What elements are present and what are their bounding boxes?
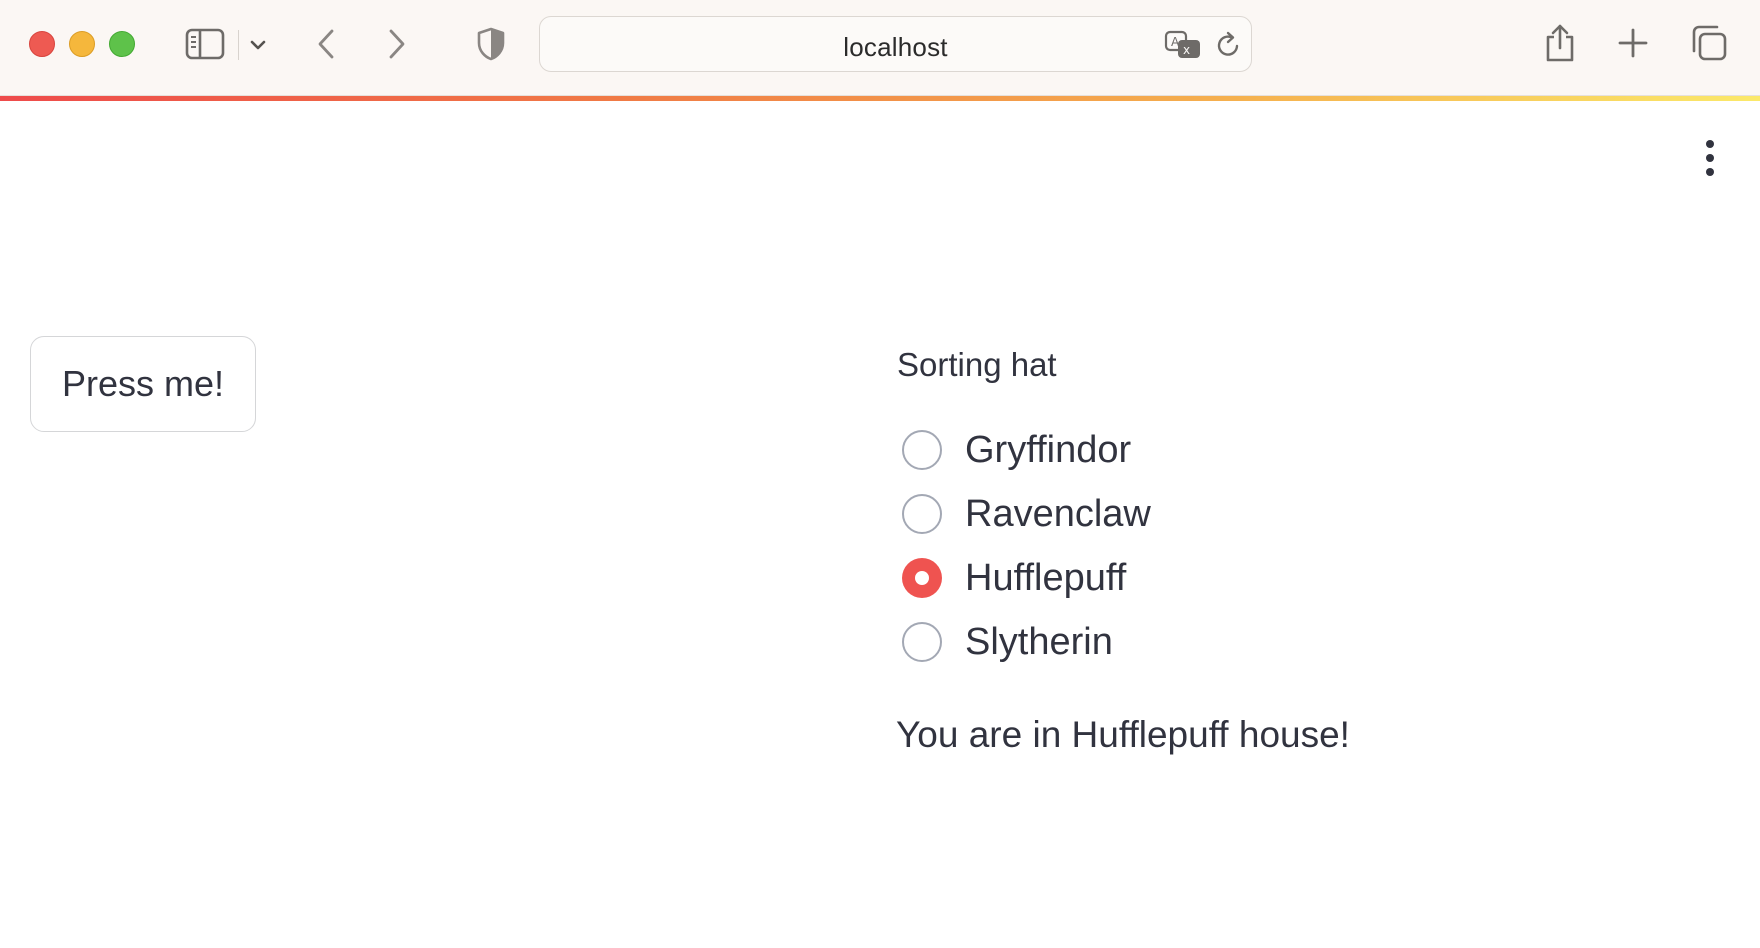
close-window-button[interactable] [29,31,55,57]
radio-button[interactable] [902,494,942,534]
share-icon[interactable] [1543,22,1577,64]
radio-group-label: Sorting hat [897,346,1057,383]
radio-option-slytherin[interactable]: Slytherin [902,610,1151,674]
radio-option-hufflepuff[interactable]: Hufflepuff [902,546,1151,610]
menu-dot-icon [1706,168,1714,176]
url-text: localhost [843,32,948,62]
sorting-hat-radio-group: Gryffindor Ravenclaw Hufflepuff Slytheri… [902,418,1151,674]
sidebar-icon[interactable] [183,25,227,63]
radio-button-selected[interactable] [902,558,942,598]
new-tab-icon[interactable] [1617,27,1649,59]
toolbar-divider [238,30,239,60]
reload-icon[interactable] [1214,29,1244,61]
radio-option-gryffindor[interactable]: Gryffindor [902,418,1151,482]
chevron-down-icon[interactable] [247,34,269,56]
radio-option-ravenclaw[interactable]: Ravenclaw [902,482,1151,546]
maximize-window-button[interactable] [109,31,135,57]
main-menu-button[interactable] [1698,136,1722,180]
address-bar[interactable]: localhost A x [539,16,1252,72]
app-header-decoration [0,96,1760,101]
radio-option-label: Slytherin [965,620,1113,663]
radio-option-label: Gryffindor [965,428,1132,471]
press-me-button[interactable]: Press me! [30,336,256,432]
menu-dot-icon [1706,140,1714,148]
radio-button[interactable] [902,622,942,662]
back-icon[interactable] [312,26,340,62]
radio-button[interactable] [902,430,942,470]
forward-icon[interactable] [383,26,411,62]
result-message: You are in Hufflepuff house! [896,714,1350,755]
translate-icon[interactable]: A x [1164,29,1202,61]
menu-dot-icon [1706,154,1714,162]
shield-icon[interactable] [474,26,508,62]
tabs-overview-icon[interactable] [1690,24,1728,62]
svg-text:x: x [1183,43,1190,57]
minimize-window-button[interactable] [69,31,95,57]
browser-toolbar: localhost A x [0,0,1760,96]
radio-option-label: Hufflepuff [965,556,1127,599]
radio-option-label: Ravenclaw [965,492,1151,535]
